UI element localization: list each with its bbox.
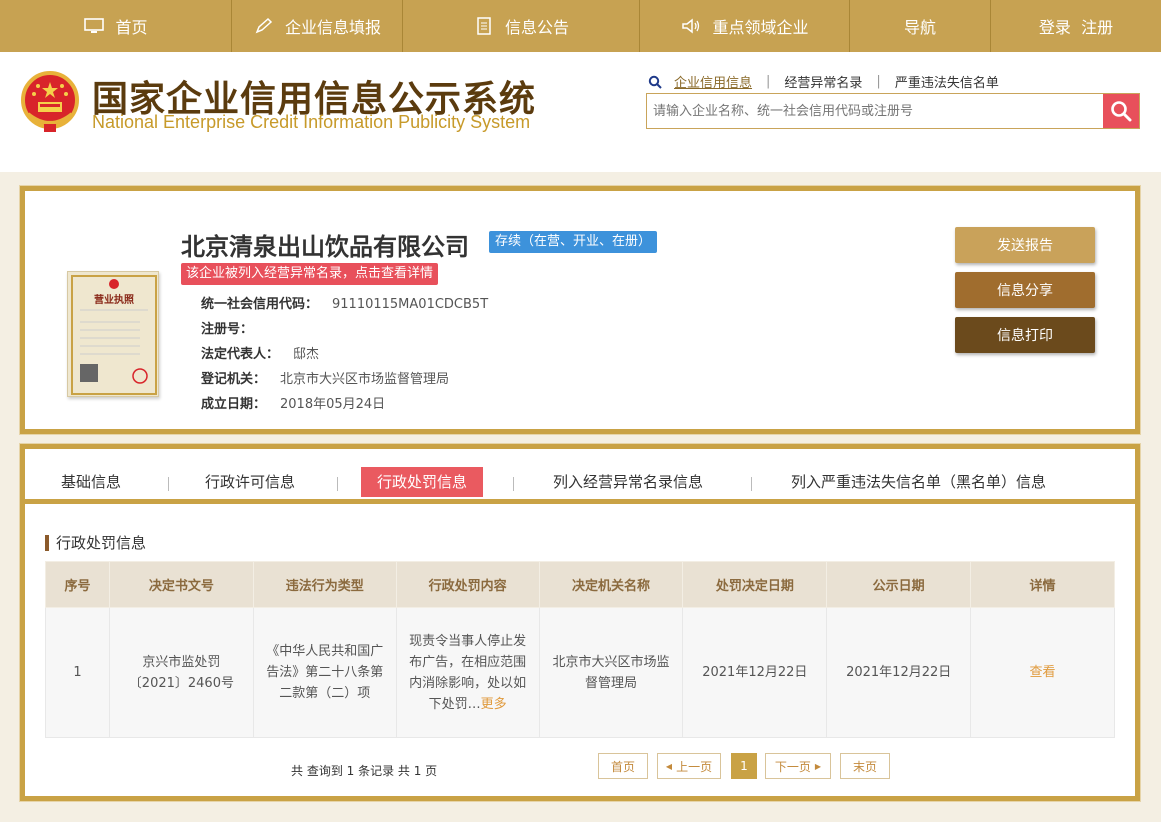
pager-next[interactable]: 下一页 ▶ <box>765 753 831 779</box>
company-info-panel: 营业执照 北京清泉出山饮品有限公司 存续（在营、开业、在册） 该企业被列入经营异… <box>19 185 1141 435</box>
abnormal-warning-link[interactable]: 该企业被列入经营异常名录，点击查看详情 <box>181 263 439 285</box>
table-row: 1 京兴市监处罚〔2021〕2460号 《中华人民共和国广告法》第二十八条第二款… <box>45 607 1115 738</box>
nav-announcement-label: 信息公告 <box>504 18 569 37</box>
cell-detail: 查看 <box>970 607 1115 738</box>
tab-divider <box>337 477 338 491</box>
reg-number-row: 注册号： <box>201 318 267 337</box>
tab-admin-license[interactable]: 行政许可信息 <box>205 467 295 497</box>
reg-authority-value: 北京市大兴区市场监督管理局 <box>280 372 450 387</box>
established-date-value: 2018年05月24日 <box>280 397 386 412</box>
established-date-row: 成立日期： 2018年05月24日 <box>201 393 385 412</box>
field-label: 登记机关： <box>201 372 267 387</box>
col-header-no: 序号 <box>45 561 110 608</box>
top-nav: 首页 企业信息填报 信息公告 重点领域企业 导航 登录 注册 <box>0 0 1161 52</box>
credit-code-value: 91110115MA01CDCB5T <box>332 297 489 312</box>
document-icon <box>477 17 491 35</box>
search-input[interactable] <box>647 94 1102 128</box>
col-header-doc: 决定书文号 <box>108 561 254 608</box>
search-tab-abnormal[interactable]: 经营异常名录 <box>784 72 862 91</box>
tab-divider <box>168 477 169 491</box>
col-header-content: 行政处罚内容 <box>395 561 540 608</box>
search-tab-blacklist[interactable]: 严重违法失信名单 <box>895 72 999 91</box>
search-button[interactable] <box>1103 94 1139 128</box>
nav-home-label: 首页 <box>115 18 148 37</box>
nav-key-enterprise-label: 重点领域企业 <box>712 18 809 37</box>
tab-abnormal-list[interactable]: 列入经营异常名录信息 <box>553 467 703 497</box>
tab-divider: | <box>766 74 771 89</box>
nav-login-register-label: 登录 注册 <box>1038 18 1114 37</box>
nav-enterprise-report[interactable]: 企业信息填报 <box>232 0 403 52</box>
field-label: 注册号： <box>201 322 254 337</box>
info-tabs: 基础信息 行政许可信息 行政处罚信息 列入经营异常名录信息 列入严重违法失信名单… <box>25 449 1135 504</box>
speaker-icon <box>682 18 700 34</box>
cell-no: 1 <box>45 607 110 738</box>
cell-content: 现责令当事人停止发布广告，在相应范围内消除影响，处以如下处罚…更多 <box>395 607 540 738</box>
pager-prev[interactable]: ◀ 上一页 <box>657 753 721 779</box>
nav-navigation[interactable]: 导航 <box>850 0 991 52</box>
pager-summary: 共 查询到 1 条记录 共 1 页 <box>291 764 438 778</box>
detail-panel: 基础信息 行政许可信息 行政处罚信息 列入经营异常名录信息 列入严重违法失信名单… <box>19 443 1141 802</box>
search-icon <box>648 75 662 89</box>
section-title: 行政处罚信息 <box>45 535 146 551</box>
content-text: 现责令当事人停止发布广告，在相应范围内消除影响，处以如下处罚… <box>409 633 527 712</box>
penalty-section: 行政处罚信息 序号 决定书文号 违法行为类型 行政处罚内容 决定机关名称 处罚决… <box>25 509 1135 796</box>
field-label: 法定代表人： <box>201 347 280 362</box>
monitor-icon <box>84 18 105 33</box>
send-report-button[interactable]: 发送报告 <box>955 227 1095 263</box>
site-header: 国家企业信用信息公示系统 National Enterprise Credit … <box>0 52 1161 172</box>
cell-publish-date: 2021年12月22日 <box>826 607 972 738</box>
tab-admin-penalty[interactable]: 行政处罚信息 <box>361 467 484 497</box>
view-detail-link[interactable]: 查看 <box>1030 665 1056 680</box>
company-name: 北京清泉出山饮品有限公司 <box>181 233 469 261</box>
col-header-authority: 决定机关名称 <box>538 561 684 608</box>
pen-icon <box>255 17 273 34</box>
tab-divider <box>513 477 514 491</box>
nav-announcement[interactable]: 信息公告 <box>403 0 640 52</box>
more-link[interactable]: 更多 <box>481 697 507 712</box>
business-license-image[interactable]: 营业执照 <box>67 271 159 397</box>
pager-first[interactable]: 首页 <box>598 753 648 779</box>
col-header-publish-date: 公示日期 <box>826 561 972 608</box>
tab-divider <box>751 477 752 491</box>
chevron-right-icon: ▶ <box>814 761 822 771</box>
search-tabs: 企业信用信息 | 经营异常名录 | 严重违法失信名单 <box>648 72 999 91</box>
pager-prev-label: 上一页 <box>676 759 713 774</box>
cell-decision-date: 2021年12月22日 <box>682 607 828 738</box>
reg-authority-row: 登记机关： 北京市大兴区市场监督管理局 <box>201 368 449 387</box>
status-badge: 存续（在营、开业、在册） <box>489 231 658 253</box>
table-header-row: 序号 决定书文号 违法行为类型 行政处罚内容 决定机关名称 处罚决定日期 公示日… <box>45 561 1115 608</box>
cell-authority: 北京市大兴区市场监督管理局 <box>538 607 684 738</box>
col-header-decision-date: 处罚决定日期 <box>682 561 828 608</box>
nav-navigation-label: 导航 <box>903 18 936 37</box>
pager-last[interactable]: 末页 <box>840 753 890 779</box>
search-box <box>646 93 1140 129</box>
tab-basic-info[interactable]: 基础信息 <box>61 467 121 497</box>
cell-type: 《中华人民共和国广告法》第二十八条第二款第（二）项 <box>252 607 397 738</box>
legal-rep-value: 邸杰 <box>293 347 320 362</box>
legal-rep-row: 法定代表人： 邸杰 <box>201 343 319 362</box>
penalty-table: 序号 决定书文号 违法行为类型 行政处罚内容 决定机关名称 处罚决定日期 公示日… <box>45 561 1115 738</box>
field-label: 统一社会信用代码： <box>201 297 319 312</box>
pager-next-label: 下一页 <box>774 759 811 774</box>
share-info-button[interactable]: 信息分享 <box>955 272 1095 308</box>
tab-divider: | <box>876 74 881 89</box>
print-info-button[interactable]: 信息打印 <box>955 317 1095 353</box>
tab-blacklist[interactable]: 列入严重违法失信名单（黑名单）信息 <box>791 467 1046 497</box>
field-label: 成立日期： <box>201 397 267 412</box>
cell-doc: 京兴市监处罚〔2021〕2460号 <box>108 607 254 738</box>
site-title-en: National Enterprise Credit Information P… <box>92 112 531 132</box>
national-emblem-icon <box>21 71 79 132</box>
col-header-detail: 详情 <box>970 561 1115 608</box>
pager-current[interactable]: 1 <box>731 753 757 779</box>
license-title: 营业执照 <box>94 295 134 306</box>
nav-home[interactable]: 首页 <box>0 0 232 52</box>
search-tab-credit[interactable]: 企业信用信息 <box>674 72 752 91</box>
credit-code-row: 统一社会信用代码： 91110115MA01CDCB5T <box>201 293 488 312</box>
col-header-type: 违法行为类型 <box>252 561 397 608</box>
nav-enterprise-report-label: 企业信息填报 <box>284 18 381 37</box>
magnifier-icon <box>1111 101 1132 122</box>
nav-key-enterprise[interactable]: 重点领域企业 <box>640 0 850 52</box>
chevron-left-icon: ◀ <box>665 761 673 771</box>
nav-login-register[interactable]: 登录 注册 <box>991 0 1161 52</box>
